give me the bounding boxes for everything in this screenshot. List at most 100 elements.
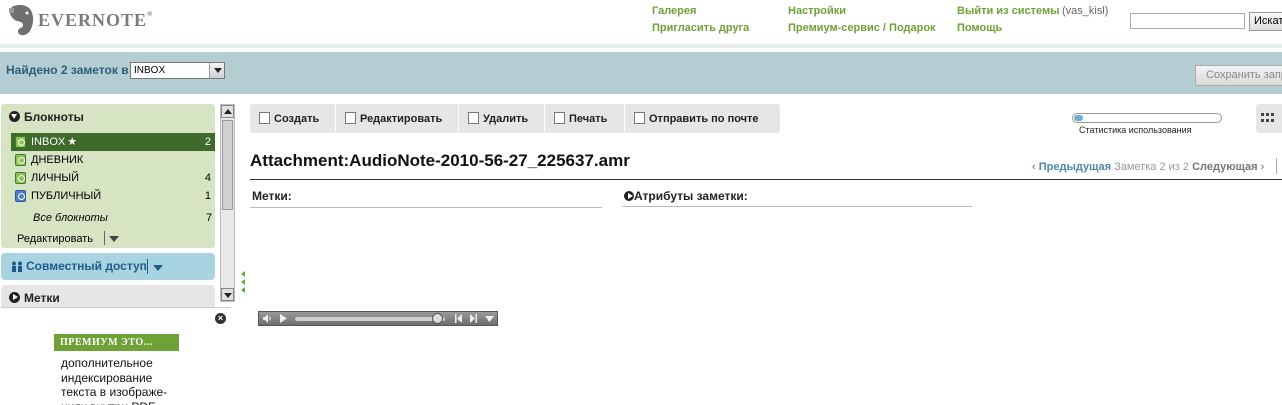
email-note-button[interactable]: Отправить по почте: [625, 104, 780, 133]
grid-view-icon: [1266, 119, 1269, 122]
notebook-item-diary[interactable]: ДНЕВНИК: [11, 151, 215, 169]
sync-notebook-icon: [15, 136, 26, 148]
shared-access-label: Совместный доступ: [26, 259, 147, 273]
audio-player: [258, 311, 498, 326]
notebooks-panel-header[interactable]: Блокноты: [9, 110, 84, 124]
edit-notebooks-button[interactable]: Редактировать: [17, 233, 93, 245]
notebook-item-public[interactable]: ПУБЛИЧНЫЙ 1: [11, 187, 215, 205]
people-icon: [12, 261, 22, 272]
collapse-arrow-icon[interactable]: [241, 287, 245, 293]
close-icon[interactable]: ×: [215, 313, 226, 324]
shared-access-panel[interactable]: Совместный доступ: [1, 253, 215, 280]
expand-icon: [9, 292, 20, 303]
printer-icon: [554, 112, 565, 124]
note-tags-label[interactable]: Метки:: [252, 189, 292, 203]
nav-help-link[interactable]: Помощь: [957, 22, 1002, 34]
notebook-name: ПУБЛИЧНЫЙ: [31, 190, 102, 202]
note-position: Заметка 2 из 2: [1114, 161, 1189, 173]
save-search-button[interactable]: Сохранить запрос: [1195, 65, 1282, 86]
next-note-link[interactable]: Следующая: [1192, 161, 1257, 173]
tags-panel[interactable]: Метки: [1, 285, 215, 307]
expand-icon: [624, 191, 634, 201]
divider: [250, 179, 1282, 180]
promo-text: дополнительное индексирование текста в и…: [61, 356, 168, 405]
nav-premium-link[interactable]: Премиум-сервис / Подарок: [788, 22, 936, 34]
divider: [147, 259, 148, 274]
grid-view-icon: [1271, 119, 1274, 122]
search-input[interactable]: [1130, 13, 1245, 29]
premium-badge[interactable]: ПРЕМИУМ ЭТО...: [54, 334, 179, 351]
notebook-select[interactable]: INBOX: [130, 62, 225, 79]
chevron-down-icon[interactable]: [485, 314, 494, 323]
collapse-arrow-icon[interactable]: [241, 271, 245, 277]
seek-track[interactable]: [295, 317, 445, 321]
nav-logout-link[interactable]: Выйти из системы: [957, 5, 1059, 17]
grid-view-icon: [1261, 113, 1264, 116]
scroll-down-icon[interactable]: [221, 288, 234, 301]
sidebar-scrollbar[interactable]: [220, 104, 235, 302]
notebook-count: 2: [204, 136, 211, 148]
note-attributes-toggle[interactable]: Атрибуты заметки:: [624, 189, 748, 203]
notebook-count: 1: [204, 190, 211, 202]
all-notebooks-count: 7: [206, 212, 213, 224]
notebook-item-inbox[interactable]: INBOX ★ 2: [11, 133, 215, 151]
usage-meter-fill: [1074, 115, 1083, 121]
chevron-left-icon[interactable]: ‹: [1032, 161, 1036, 173]
star-icon: ★: [67, 136, 78, 148]
nav-invite-link[interactable]: Пригласить друга: [652, 22, 749, 34]
nav-settings-link[interactable]: Настройки: [788, 5, 846, 17]
seek-knob[interactable]: [432, 313, 443, 324]
chevron-down-icon[interactable]: [153, 265, 163, 271]
collapse-icon: [9, 111, 20, 122]
results-count-label: Найдено 2 заметок в: [6, 63, 129, 77]
chevron-right-icon[interactable]: ›: [1261, 161, 1265, 173]
fast-forward-icon[interactable]: [469, 314, 478, 323]
grid-view-icon: [1266, 113, 1269, 116]
new-note-icon: [259, 112, 270, 124]
play-icon[interactable]: [279, 314, 288, 323]
tags-panel-header[interactable]: Метки: [9, 291, 60, 305]
grid-view-icon: [1261, 119, 1264, 122]
scrollbar-thumb[interactable]: [222, 120, 233, 210]
chevron-down-icon[interactable]: [209, 63, 224, 78]
sidebar-splitter[interactable]: [236, 100, 246, 405]
divider: [104, 231, 105, 245]
edit-note-icon: [345, 112, 356, 124]
grid-view-button[interactable]: [1256, 104, 1282, 133]
note-toolbar: Создать Редактировать Удалить Печать Отп…: [250, 104, 780, 133]
elephant-logo-icon: [9, 4, 34, 36]
nav-gallery-link[interactable]: Галерея: [652, 5, 696, 17]
logo-wordmark: EVERNOTE®: [38, 10, 154, 30]
premium-promo: × ПРЕМИУМ ЭТО... дополнительное индексир…: [1, 307, 231, 405]
note-title: Attachment:AudioNote-2010-56-27_225637.a…: [250, 151, 630, 170]
notebook-name: ЛИЧНЫЙ: [31, 172, 80, 184]
all-notebooks-link[interactable]: Все блокноты: [33, 212, 108, 224]
notebook-item-personal[interactable]: ЛИЧНЫЙ 4: [11, 169, 215, 187]
notebook-select-value: INBOX: [134, 65, 166, 76]
usage-meter[interactable]: [1072, 113, 1222, 123]
scroll-up-icon[interactable]: [221, 105, 234, 118]
print-note-button[interactable]: Печать: [545, 104, 625, 133]
edit-note-button[interactable]: Редактировать: [336, 104, 459, 133]
divider: [1276, 158, 1277, 174]
sync-notebook-icon: [15, 154, 26, 166]
note-pager: ‹ Предыдущая Заметка 2 из 2 Следующая ›: [1032, 161, 1264, 173]
search-button[interactable]: Искать: [1249, 12, 1282, 31]
create-note-button[interactable]: Создать: [250, 104, 336, 133]
previous-note-link[interactable]: Предыдущая: [1039, 161, 1111, 173]
delete-note-button[interactable]: Удалить: [459, 104, 545, 133]
grid-view-icon: [1271, 113, 1274, 116]
search-results-bar: Найдено 2 заметок в INBOX Сохранить запр…: [0, 52, 1282, 94]
collapse-arrow-icon[interactable]: [241, 279, 245, 285]
evernote-logo[interactable]: EVERNOTE®: [6, 3, 154, 39]
rewind-icon[interactable]: [454, 314, 463, 323]
volume-icon[interactable]: [263, 314, 272, 323]
sync-notebook-icon: [15, 172, 26, 184]
chevron-down-icon[interactable]: [109, 236, 119, 242]
divider: [250, 207, 602, 208]
notebook-name: INBOX ★: [31, 136, 78, 148]
notebooks-panel: Блокноты INBOX ★ 2 ДНЕВНИК ЛИЧНЫЙ 4 ПУБЛИ…: [1, 104, 215, 248]
username-label: (vas_kisl): [1062, 5, 1109, 17]
app-header: EVERNOTE® Галерея Пригласить друга Настр…: [0, 0, 1282, 48]
usage-label[interactable]: Статистика использования: [1079, 125, 1192, 135]
